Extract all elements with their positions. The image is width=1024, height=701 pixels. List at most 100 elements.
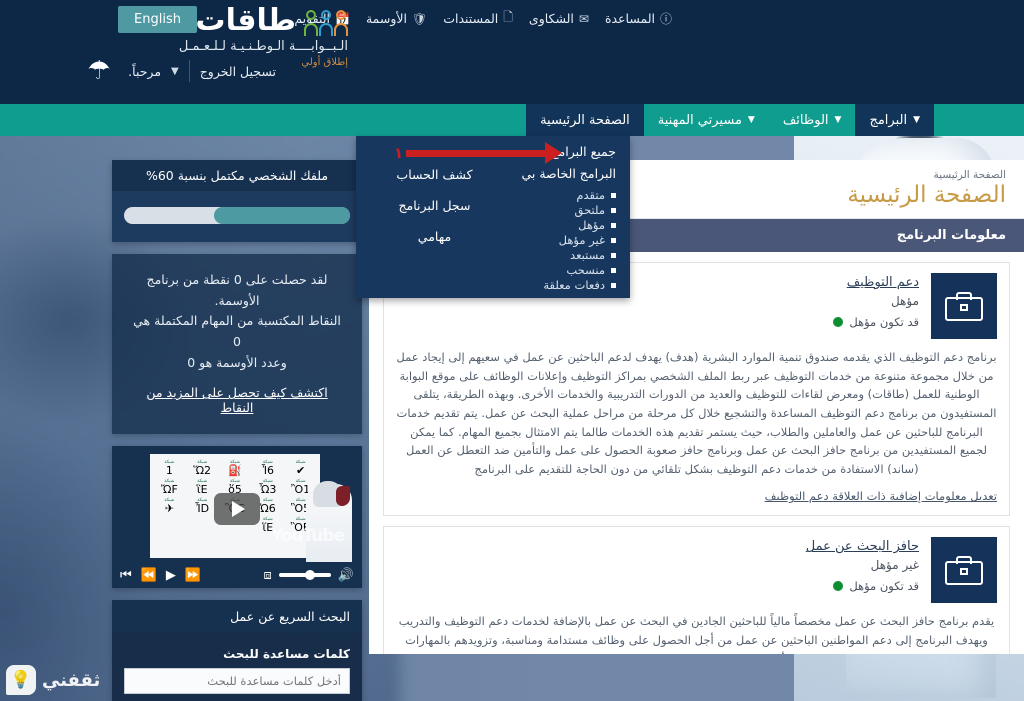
program-card: حافز البحث عن عمل غير مؤهل قد تكون مؤهل … — [383, 526, 1010, 654]
program-name-link[interactable]: حافز البحث عن عمل — [806, 539, 919, 554]
badges-points-card: لقد حصلت على 0 نقطة من برنامج الأوسمة. ا… — [112, 254, 362, 434]
volume-slider-knob[interactable] — [305, 570, 315, 580]
watermark-text: ثقفني — [42, 670, 100, 691]
dropdown-status-pending-payments[interactable]: دفعات معلقة — [499, 278, 616, 292]
logo-wordmark: طاقات — [195, 6, 296, 36]
quick-search-title: البحث السريع عن عمل — [112, 600, 362, 633]
video-grid-cell: شبكة ὬF — [154, 479, 185, 496]
fast-forward-icon[interactable]: ⏩ — [185, 569, 201, 582]
annotation-number: ١ — [394, 144, 406, 162]
site-watermark: ثقفني 💡 — [6, 665, 100, 695]
program-edit-info-link[interactable]: تعديل معلومات إضافية ذات العلاقة دعم الت… — [396, 489, 997, 503]
top-menu-item-complaints[interactable]: ✉ الشكاوى — [529, 11, 589, 26]
eligibility-label: قد تكون مؤهل — [849, 315, 919, 329]
chat-icon: ✉ — [579, 12, 589, 26]
chevron-down-icon: ▼ — [748, 115, 755, 125]
dropdown-status-label: غير مؤهل — [559, 233, 605, 247]
quick-search-input[interactable] — [124, 668, 350, 694]
nav-item-programs[interactable]: ▼ البرامج — [855, 104, 934, 136]
shield-icon: 🛡 — [412, 12, 427, 26]
video-grid-cell: شبكة ✔ — [285, 460, 316, 477]
volume-slider[interactable] — [279, 573, 331, 577]
chevron-down-icon[interactable]: ▼ — [171, 66, 179, 77]
previous-icon[interactable]: ⏮ — [120, 569, 132, 582]
nav-item-label: مسيرتي المهنية — [658, 113, 742, 128]
quick-search-body: كلمات مساعدة للبحث — [112, 633, 362, 701]
logo-mark-row: طاقات — [195, 6, 348, 36]
dropdown-status-not-eligible[interactable]: غير مؤهل — [499, 233, 616, 247]
fullscreen-icon[interactable]: ⧈ — [264, 569, 272, 582]
bullet-icon — [611, 208, 616, 213]
top-menu-item-documents[interactable]: 🗋 المستندات — [443, 8, 513, 29]
video-grid-cell: شبكة ἳE — [187, 479, 218, 496]
logo-release-badge: إطلاق أولي — [301, 57, 348, 68]
nav-item-my-career[interactable]: ▼ مسيرتي المهنية — [644, 104, 769, 136]
dropdown-status-excluded[interactable]: مستبعد — [499, 248, 616, 262]
dropdown-column-programs: جميع البرامج البرامج الخاصة بي متقدم ملت… — [499, 144, 616, 288]
program-status: غير مؤهل — [871, 558, 919, 572]
video-grid-cell: شبكة ⛽ — [220, 460, 251, 477]
discover-more-points-link[interactable]: اكتشف كيف تحصل على المزيد من النقاط — [128, 385, 346, 415]
chevron-down-icon: ▼ — [913, 115, 920, 125]
top-menu-label: الأوسمة — [366, 11, 407, 26]
profile-progress-fill — [214, 207, 350, 224]
promo-video-player[interactable]: شبكة ✔ شبكة Ἶ6 شبكة ⛽ شبكة Ὥ2 شبكة ὎1 شبكة Ὂ1 شبكة Ὦ3… — [112, 446, 362, 588]
document-icon: 🗋 — [503, 8, 513, 29]
dropdown-status-withdrawn[interactable]: منسحب — [499, 263, 616, 277]
program-card: دعم التوظيف مؤهل قد تكون مؤهل برنامج دعم… — [383, 262, 1010, 516]
volume-icon[interactable]: 🔊 — [338, 569, 354, 582]
dropdown-item-my-programs[interactable]: البرامج الخاصة بي — [499, 166, 616, 181]
dropdown-status-enrolled[interactable]: ملتحق — [499, 203, 616, 217]
dropdown-status-label: ملتحق — [575, 203, 605, 217]
play-icon[interactable]: ▶ — [166, 569, 176, 582]
nav-item-jobs[interactable]: ▼ الوظائف — [769, 104, 856, 136]
user-avatar-icon[interactable]: ☂ — [80, 52, 118, 90]
nav-item-home[interactable]: الصفحة الرئيسية — [526, 104, 644, 136]
program-name-link[interactable]: دعم التوظيف — [847, 275, 919, 290]
points-line-1: لقد حصلت على 0 نقطة من برنامج الأوسمة. — [128, 270, 346, 311]
bullet-icon — [611, 238, 616, 243]
logout-link[interactable]: تسجيل الخروج — [200, 64, 276, 79]
points-line-3: وعدد الأوسمة هو 0 — [128, 353, 346, 374]
profile-progress-bar — [124, 207, 350, 224]
dropdown-status-eligible[interactable]: مؤهل — [499, 218, 616, 232]
lightbulb-icon: 💡 — [6, 665, 36, 695]
dropdown-item-program-history[interactable]: سجل البرنامج — [370, 198, 499, 213]
bullet-icon — [611, 223, 616, 228]
nav-item-label: البرامج — [869, 113, 907, 128]
dropdown-item-statement[interactable]: كشف الحساب — [370, 167, 499, 182]
bullet-icon — [611, 253, 616, 258]
top-menu-item-help[interactable]: ⓘ المساعدة — [605, 10, 672, 27]
dropdown-status-label: مؤهل — [578, 218, 605, 232]
top-utility-menu: ⓘ المساعدة ✉ الشكاوى 🗋 المستندات 🛡 الأوس… — [294, 8, 672, 29]
chevron-down-icon: ▼ — [835, 115, 842, 125]
program-meta: حافز البحث عن عمل غير مؤهل قد تكون مؤهل — [806, 537, 919, 593]
dropdown-status-applicant[interactable]: متقدم — [499, 188, 616, 202]
profile-progress-wrap — [112, 191, 362, 242]
main-navigation: ▼ البرامج ▼ الوظائف ▼ مسيرتي المهنية الص… — [0, 104, 1024, 136]
video-grid-cell: شبكة Ὥ2 — [187, 460, 218, 477]
video-grid-cell: شبكة ἾD — [187, 498, 218, 515]
play-icon — [232, 501, 245, 517]
dropdown-column-account: كشف الحساب سجل البرنامج مهامي — [370, 144, 499, 288]
video-control-bar: ⏮ ⏪ ▶ ⏩ ⧈ 🔊 — [112, 562, 362, 588]
program-meta: دعم التوظيف مؤهل قد تكون مؤهل — [833, 273, 919, 329]
profile-completion-card: ملفك الشخصي مكتمل بنسبة 60% — [112, 160, 362, 242]
program-card-header: حافز البحث عن عمل غير مؤهل قد تكون مؤهل — [396, 537, 997, 603]
question-circle-icon: ⓘ — [660, 10, 672, 27]
points-line-2: النقاط المكتسبة من المهام المكتملة هي 0 — [128, 311, 346, 352]
status-dot-icon — [833, 317, 843, 327]
annotation-arrow: ١ — [394, 142, 562, 164]
video-play-button[interactable] — [214, 493, 260, 525]
video-grid-cell: شبكة ✈ — [154, 498, 185, 515]
briefcase-icon — [931, 273, 997, 339]
logo-people-icon — [304, 6, 348, 36]
dropdown-item-my-tasks[interactable]: مهامي — [370, 229, 499, 244]
nav-item-label: الوظائف — [783, 113, 829, 128]
program-description: يقدم برنامج حافز البحث عن عمل مخصصاً مال… — [396, 612, 997, 654]
quick-search-label: كلمات مساعدة للبحث — [124, 647, 350, 661]
eligibility-label: قد تكون مؤهل — [849, 579, 919, 593]
top-menu-item-badges[interactable]: 🛡 الأوسمة — [366, 11, 427, 26]
video-grid-cell: شبكة ὎1 — [154, 460, 185, 477]
rewind-icon[interactable]: ⏪ — [141, 569, 157, 582]
